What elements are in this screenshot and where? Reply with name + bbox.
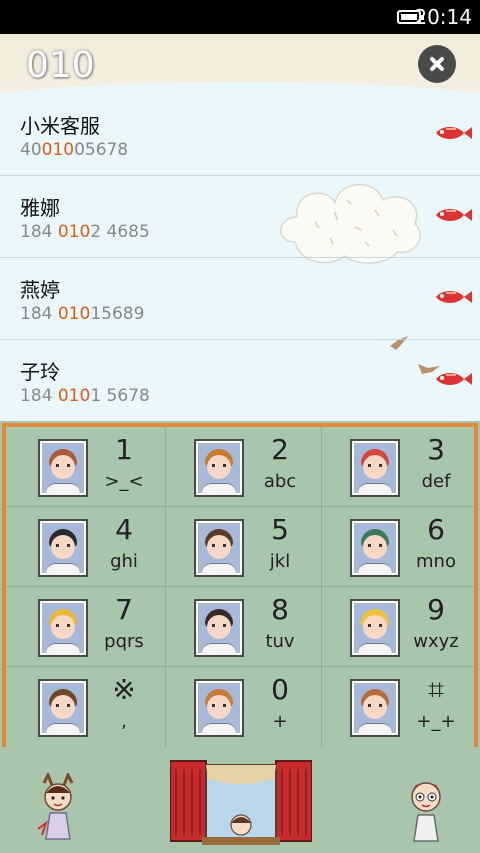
key-9[interactable]: 9 wxyz xyxy=(318,587,474,667)
key-digit: 8 xyxy=(271,593,289,626)
key-letters: , xyxy=(121,711,127,732)
key-digit: 2 xyxy=(271,433,289,466)
bottom-bar xyxy=(0,747,480,853)
key-digit: ⌗ xyxy=(428,673,444,706)
portrait-icon xyxy=(350,599,400,657)
contact-number: 184 0102 4685 xyxy=(20,222,150,242)
key-digit: 9 xyxy=(427,593,445,626)
portrait-icon xyxy=(350,519,400,577)
key-letters: wxyz xyxy=(413,631,459,652)
key-8[interactable]: 8 tuv xyxy=(162,587,322,667)
key-7[interactable]: 7 pqrs xyxy=(6,587,166,667)
key-letters: +_+ xyxy=(416,711,456,732)
key-star[interactable]: ※ , xyxy=(6,667,166,747)
portrait-icon xyxy=(194,679,244,737)
fish-icon[interactable] xyxy=(432,205,472,225)
contact-row[interactable]: 小米客服 4001005678 xyxy=(0,94,480,176)
portrait-icon xyxy=(38,439,88,497)
portrait-icon xyxy=(38,599,88,657)
key-letters: abc xyxy=(263,471,297,492)
portrait-icon xyxy=(350,679,400,737)
portrait-icon xyxy=(38,519,88,577)
key-letters: jkl xyxy=(269,551,291,572)
key-letters: def xyxy=(421,471,451,492)
key-digit: 1 xyxy=(115,433,133,466)
contact-results: 小米客服 4001005678 雅娜 184 0102 4685 燕婷 184 … xyxy=(0,94,480,422)
search-header: 010 xyxy=(0,34,480,96)
devil-icon[interactable] xyxy=(34,773,82,843)
window-call-icon[interactable] xyxy=(170,759,312,845)
key-5[interactable]: 5 jkl xyxy=(162,507,322,587)
portrait-icon xyxy=(350,439,400,497)
contact-row[interactable]: 燕婷 184 01015689 xyxy=(0,258,480,340)
key-letters: ghi xyxy=(110,551,138,572)
key-letters: pqrs xyxy=(104,631,144,652)
key-digit: 7 xyxy=(115,593,133,626)
clear-button[interactable] xyxy=(418,45,456,83)
fish-icon[interactable] xyxy=(432,123,472,143)
key-hash[interactable]: ⌗ +_+ xyxy=(318,667,474,747)
key-1[interactable]: 1 >_< xyxy=(6,427,166,507)
status-bar: 20:14 xyxy=(0,0,480,34)
status-time: 20:14 xyxy=(414,5,472,29)
portrait-icon xyxy=(194,519,244,577)
kid-icon[interactable] xyxy=(400,775,450,845)
contact-number: 184 0101 5678 xyxy=(20,386,150,406)
key-letters: >_< xyxy=(104,471,144,492)
key-letters: + xyxy=(272,711,288,732)
portrait-icon xyxy=(194,599,244,657)
key-digit: 4 xyxy=(115,513,133,546)
key-0[interactable]: 0 + xyxy=(162,667,322,747)
key-2[interactable]: 2 abc xyxy=(162,427,322,507)
key-letters: mno xyxy=(416,551,456,572)
dialpad: 1 >_< 2 abc 3 def 4 ghi 5 jkl 6 mno 7 pq… xyxy=(0,421,480,853)
key-digit: 5 xyxy=(271,513,289,546)
key-digit: 0 xyxy=(271,673,289,706)
key-digit: ※ xyxy=(112,673,136,706)
fish-icon[interactable] xyxy=(432,369,472,389)
key-3[interactable]: 3 def xyxy=(318,427,474,507)
contact-name: 雅娜 xyxy=(20,196,60,220)
fish-icon[interactable] xyxy=(432,287,472,307)
key-6[interactable]: 6 mno xyxy=(318,507,474,587)
contact-name: 小米客服 xyxy=(20,114,100,138)
key-4[interactable]: 4 ghi xyxy=(6,507,166,587)
contact-row[interactable]: 子玲 184 0101 5678 xyxy=(0,340,480,422)
contact-name: 燕婷 xyxy=(20,278,60,302)
contact-name: 子玲 xyxy=(20,360,60,384)
key-digit: 6 xyxy=(427,513,445,546)
contact-row[interactable]: 雅娜 184 0102 4685 xyxy=(0,176,480,258)
portrait-icon xyxy=(194,439,244,497)
dialpad-grid: 1 >_< 2 abc 3 def 4 ghi 5 jkl 6 mno 7 pq… xyxy=(2,423,478,747)
key-digit: 3 xyxy=(427,433,445,466)
portrait-icon xyxy=(38,679,88,737)
dial-input[interactable]: 010 xyxy=(26,45,95,86)
contact-number: 4001005678 xyxy=(20,140,129,160)
contact-number: 184 01015689 xyxy=(20,304,145,324)
key-letters: tuv xyxy=(265,631,295,652)
